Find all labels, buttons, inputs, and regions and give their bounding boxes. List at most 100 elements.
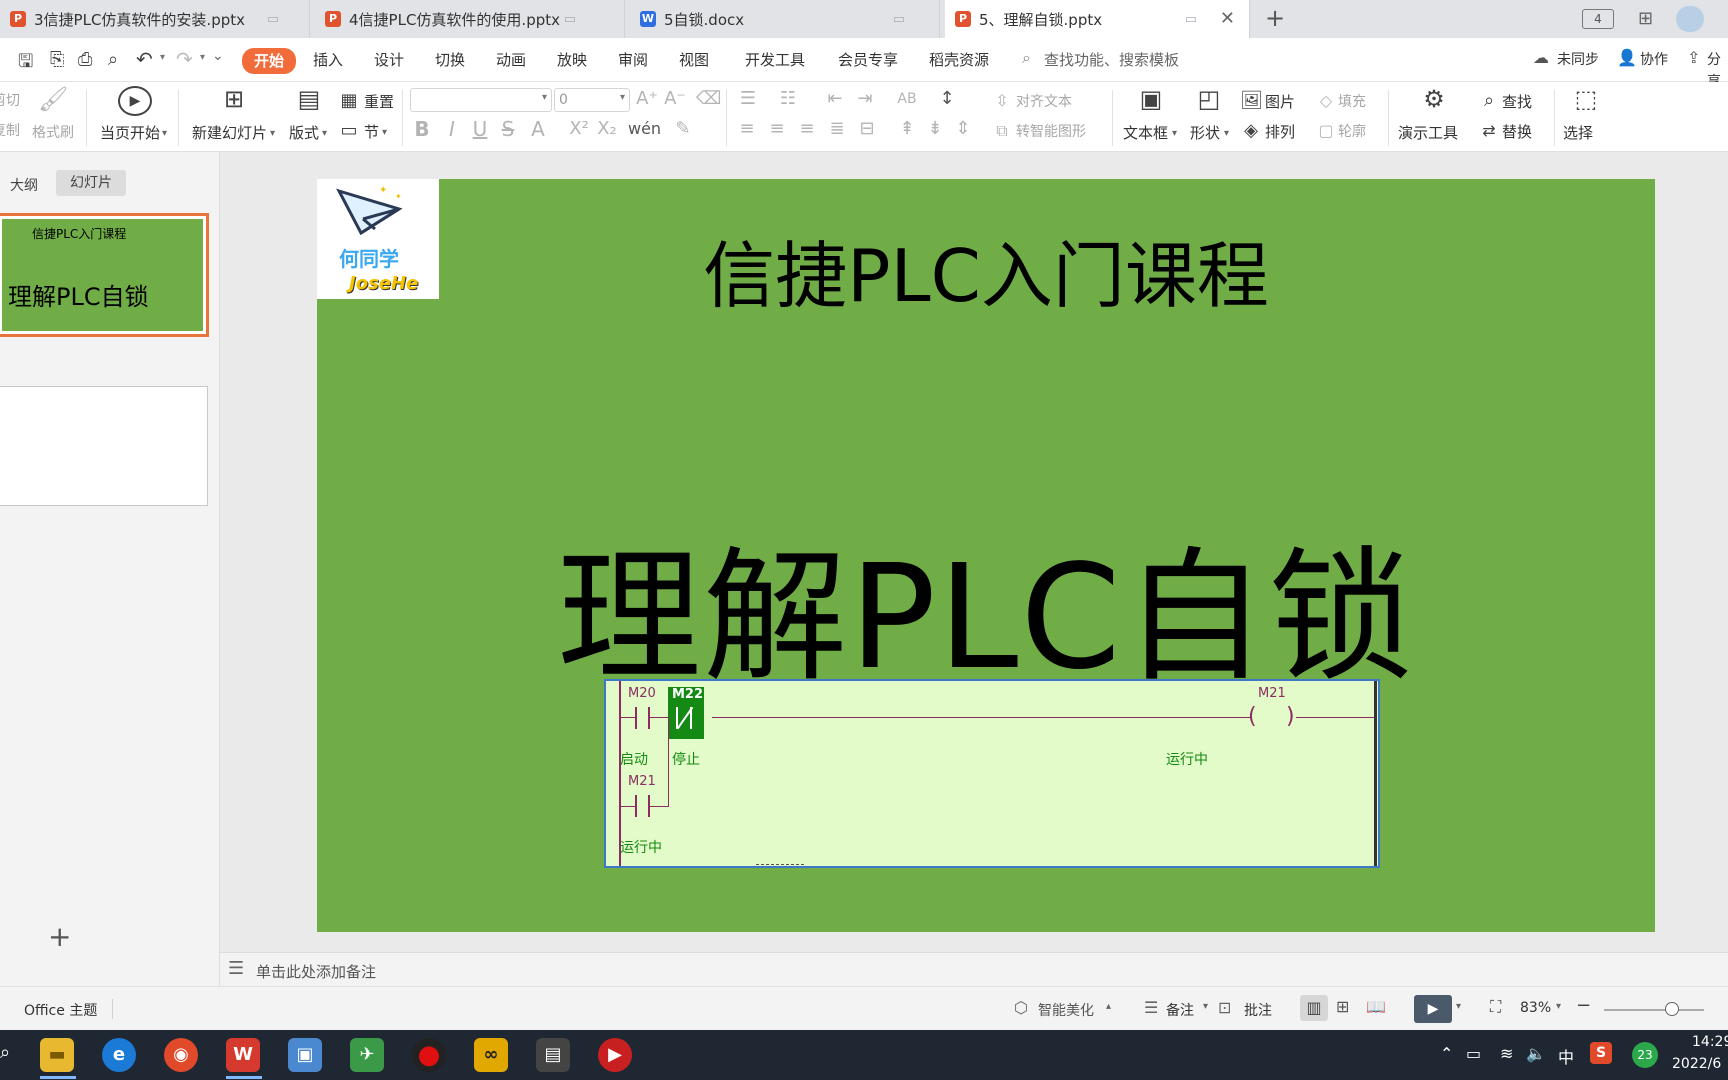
search-icon[interactable]: ⌕ [0, 1042, 10, 1063]
avatar[interactable] [1676, 6, 1704, 32]
menu-insert[interactable]: 插入 [313, 49, 343, 71]
slide-main-text[interactable]: 理解PLC自锁 [317, 501, 1655, 709]
menu-design[interactable]: 设计 [374, 49, 404, 71]
sogou-input-icon[interactable]: S [1590, 1042, 1612, 1064]
format-painter-button[interactable]: 格式刷 [32, 122, 74, 142]
align-center-icon[interactable]: ≡ [766, 116, 788, 142]
chevron-down-icon[interactable]: ▾ [382, 127, 387, 138]
chevron-down-icon[interactable]: ▾ [1224, 128, 1229, 139]
edge-browser-icon[interactable]: e [102, 1038, 136, 1072]
wps-office-icon[interactable]: W [226, 1038, 260, 1072]
volume-icon[interactable]: 🔈 [1526, 1044, 1546, 1063]
align-right-icon[interactable]: ≡ [796, 116, 818, 142]
bullet-list-icon[interactable]: ☰ [736, 86, 760, 112]
align-left-icon[interactable]: ≡ [736, 116, 758, 142]
present-tools-button[interactable]: 演示工具 [1398, 122, 1458, 143]
close-tab-icon[interactable]: ✕ [1220, 8, 1235, 29]
doc-tab-1[interactable]: P 3信捷PLC仿真软件的安装.pptx ▭ [0, 0, 310, 38]
spacing-after-icon[interactable]: ⇟ [924, 116, 946, 142]
subscript-icon[interactable]: X₂ [596, 116, 618, 142]
smartart-button[interactable]: 转智能图形 [1016, 121, 1086, 141]
undo-icon[interactable]: ↶ [136, 47, 153, 71]
menu-animation[interactable]: 动画 [496, 49, 526, 71]
clock-date[interactable]: 2022/6 [1672, 1056, 1721, 1072]
grid-view-icon[interactable]: ⊞ [1638, 8, 1653, 29]
doc-tab-3[interactable]: W 5自锁.docx ▭ [630, 0, 940, 38]
sync-status[interactable]: 未同步 [1557, 49, 1599, 71]
menu-view[interactable]: 视图 [679, 49, 709, 71]
tab-slides[interactable]: 幻灯片 [56, 170, 126, 196]
chevron-up-icon[interactable]: ▴ [1106, 1001, 1111, 1012]
chevron-down-icon[interactable]: ▾ [200, 52, 205, 63]
numbered-list-icon[interactable]: ☷ [776, 86, 800, 112]
font-size-select[interactable]: 0 ▾ [554, 88, 630, 112]
customize-qat-icon[interactable]: ⌄ [212, 48, 224, 64]
normal-view-icon[interactable]: ▥ [1300, 995, 1328, 1021]
chevron-down-icon[interactable]: ▾ [162, 128, 167, 139]
line-spacing-icon[interactable]: ↕ [934, 86, 960, 112]
notes-bar[interactable]: ☰ 单击此处添加备注 [220, 952, 1728, 986]
media-app-icon[interactable]: ▤ [536, 1038, 570, 1072]
distribute-icon[interactable]: ⊟ [856, 116, 878, 142]
slide-thumbnail-2[interactable] [0, 386, 208, 506]
outdent-icon[interactable]: ⇤ [824, 86, 846, 112]
control-panel-icon[interactable]: ▣ [288, 1038, 322, 1072]
play-slideshow-button[interactable]: ▶ [1414, 995, 1452, 1023]
zoom-level[interactable]: 83% [1520, 1000, 1551, 1016]
shrink-font-icon[interactable]: A⁻ [664, 86, 686, 112]
fit-window-icon[interactable]: ⛶ [1490, 997, 1501, 1017]
menu-member[interactable]: 会员专享 [838, 49, 898, 71]
align-text-button[interactable]: 对齐文本 [1016, 91, 1072, 111]
underline-icon[interactable]: U [470, 116, 490, 142]
play-from-current-button[interactable]: 当页开始 [100, 122, 160, 143]
notes-placeholder[interactable]: 单击此处添加备注 [256, 961, 376, 982]
doc-tab-2[interactable]: P 4信捷PLC仿真软件的使用.pptx ▭ [315, 0, 625, 38]
battery-icon[interactable]: ▭ [1466, 1044, 1481, 1063]
clock-time[interactable]: 14:29 [1692, 1034, 1728, 1050]
new-slide-button[interactable]: 新建幻灯片 [192, 122, 267, 143]
plc-software-icon[interactable]: ✈ [350, 1038, 384, 1072]
grow-font-icon[interactable]: A⁺ [636, 86, 658, 112]
slide-sorter-icon[interactable]: ⊞ [1336, 997, 1349, 1016]
slide-thumbnail-1[interactable]: 信捷PLC入门课程 理解PLC自锁 [0, 213, 209, 337]
doc-tab-4-active[interactable]: P 5、理解自锁.pptx ▭ ✕ [945, 0, 1250, 38]
ime-indicator[interactable]: 中 [1558, 1044, 1574, 1068]
notification-badge[interactable]: 23 [1632, 1042, 1658, 1068]
bold-icon[interactable]: B [412, 116, 432, 142]
search-function-input[interactable]: 查找功能、搜索模板 [1044, 49, 1179, 71]
paragraph-spacing-icon[interactable]: ⇕ [952, 116, 974, 142]
player-app-icon[interactable]: ▶ [598, 1038, 632, 1072]
font-family-select[interactable]: ▾ [410, 88, 552, 112]
zoom-out-icon[interactable]: − [1576, 995, 1591, 1016]
superscript-icon[interactable]: X² [568, 116, 590, 142]
strikethrough-icon[interactable]: S [498, 116, 518, 142]
chrome-browser-icon[interactable]: ◉ [164, 1038, 198, 1072]
menu-review[interactable]: 审阅 [618, 49, 648, 71]
zoom-slider-thumb[interactable] [1665, 1002, 1679, 1016]
tab-outline[interactable]: 大纲 [10, 175, 38, 195]
redo-icon[interactable]: ↷ [176, 47, 193, 71]
spacing-before-icon[interactable]: ⇞ [896, 116, 918, 142]
chevron-down-icon[interactable]: ▾ [1556, 1001, 1561, 1012]
chevron-down-icon[interactable]: ▾ [160, 52, 165, 63]
outline-button[interactable]: 轮廓 [1338, 121, 1366, 141]
shape-button[interactable]: 形状 [1190, 122, 1220, 143]
new-tab-icon[interactable]: + [1265, 4, 1285, 32]
file-explorer-icon[interactable]: ▬ [40, 1038, 74, 1072]
zoom-slider-track[interactable] [1604, 1009, 1704, 1011]
wifi-icon[interactable]: ≋ [1500, 1044, 1513, 1063]
chevron-down-icon[interactable]: ▾ [270, 128, 275, 139]
phonetic-icon[interactable]: wén [628, 116, 661, 142]
screen-recorder-icon[interactable]: ● [412, 1038, 446, 1072]
app-icon[interactable]: ∞ [474, 1038, 508, 1072]
chevron-down-icon[interactable]: ▾ [1203, 1001, 1208, 1012]
font-color-icon[interactable]: A [528, 116, 548, 142]
notes-toggle-button[interactable]: 备注 [1166, 1000, 1194, 1020]
menu-start[interactable]: 开始 [242, 48, 297, 74]
slide-title[interactable]: 信捷PLC入门课程 [317, 217, 1655, 322]
print-preview-icon[interactable]: ⌕ [108, 49, 118, 70]
fill-button[interactable]: 填充 [1338, 91, 1366, 111]
text-direction-icon[interactable]: AB [894, 86, 920, 112]
menu-slideshow[interactable]: 放映 [557, 49, 587, 71]
layout-button[interactable]: 版式 [289, 122, 319, 143]
